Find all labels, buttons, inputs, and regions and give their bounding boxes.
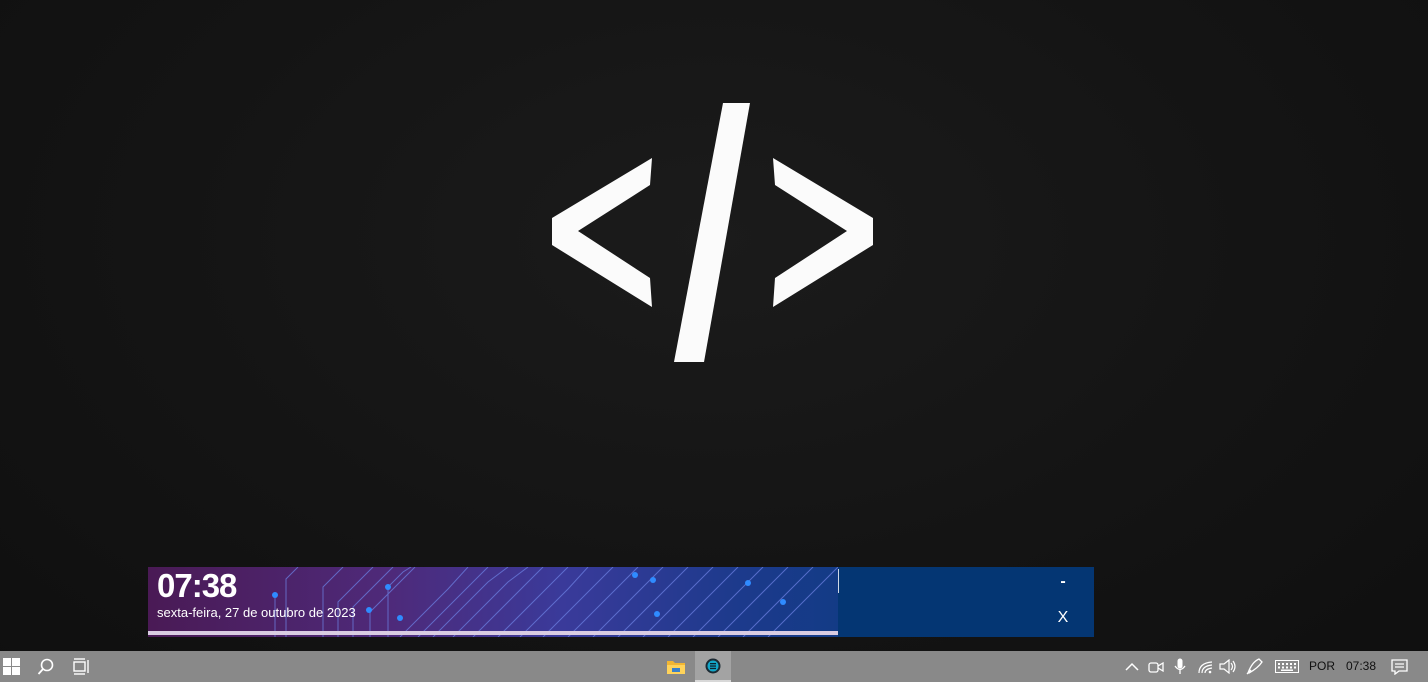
code-logo-icon <box>552 103 873 362</box>
close-button[interactable]: X <box>1050 607 1076 629</box>
text-cursor <box>838 569 839 593</box>
widget-banner: 07:38 sexta-feira, 27 de outubro de 2023 <box>148 567 838 637</box>
widget-progress-bar <box>148 631 838 635</box>
app-icon[interactable] <box>695 651 731 682</box>
file-explorer-icon[interactable] <box>659 651 693 682</box>
keyboard-icon[interactable] <box>1274 651 1300 682</box>
minimize-button[interactable]: - <box>1050 571 1076 593</box>
widget-date: sexta-feira, 27 de outubro de 2023 <box>157 605 356 620</box>
task-view-icon[interactable] <box>66 651 98 682</box>
notifications-icon[interactable] <box>1388 651 1410 682</box>
volume-icon[interactable] <box>1218 651 1238 682</box>
search-icon[interactable] <box>30 651 62 682</box>
microphone-icon[interactable] <box>1170 651 1190 682</box>
desktop-wallpaper <box>0 0 1428 651</box>
clock-widget: 07:38 sexta-feira, 27 de outubro de 2023… <box>148 567 1094 637</box>
language-indicator[interactable]: POR <box>1309 651 1335 682</box>
chevron-up-icon[interactable] <box>1122 651 1142 682</box>
circuit-pattern <box>272 567 838 637</box>
taskbar-clock[interactable]: 07:38 <box>1346 651 1376 682</box>
widget-panel: - X <box>838 567 1094 637</box>
camera-icon[interactable] <box>1146 651 1166 682</box>
widget-time: 07:38 <box>157 567 237 604</box>
windows-start-icon[interactable] <box>0 651 22 682</box>
wifi-icon[interactable] <box>1195 651 1217 682</box>
pen-icon[interactable] <box>1244 651 1266 682</box>
taskbar: POR 07:38 <box>0 651 1428 682</box>
